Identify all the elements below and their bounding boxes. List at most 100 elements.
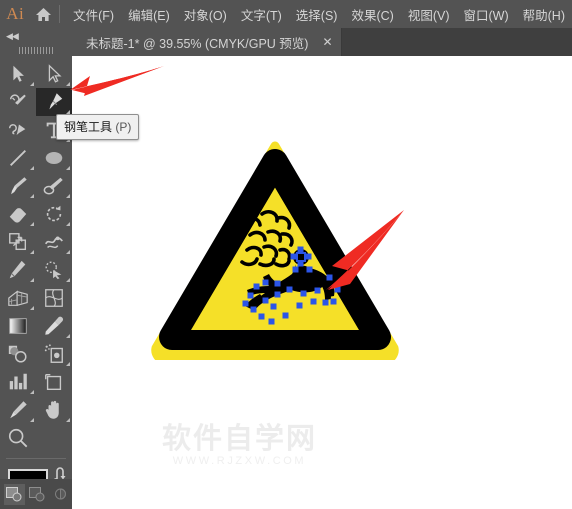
watermark-en: WWW.RJZXW.COM xyxy=(172,455,307,467)
menu-help[interactable]: 帮助(H) xyxy=(516,1,572,28)
paintbrush-icon xyxy=(11,177,27,195)
tool-more-corner xyxy=(66,166,70,170)
tool-hand[interactable] xyxy=(36,396,72,424)
menu-bar: Ai 文件(F) 编辑(E) 对象(O) 文字(T) 选择(S) 效果(C) 视… xyxy=(0,0,572,28)
pen-tool-icon xyxy=(49,93,63,110)
artboard-tool-icon xyxy=(45,373,62,391)
menu-divider xyxy=(59,5,61,23)
zoom-tool-icon xyxy=(8,428,28,448)
tool-symbol-sprayer[interactable] xyxy=(36,340,72,368)
screen-full-glyph xyxy=(55,488,66,500)
home-icon[interactable] xyxy=(30,7,57,22)
watermark: 软件自学网 WWW.RJZXW.COM xyxy=(162,421,318,468)
screen-mode-group xyxy=(0,479,72,509)
tool-perspective-grid[interactable] xyxy=(0,284,36,312)
warning-triangle-electric-shock[interactable] xyxy=(150,140,400,360)
rotate-tool-icon xyxy=(46,205,62,222)
shape-builder-icon xyxy=(45,261,62,280)
watermark-cn: 软件自学网 xyxy=(162,421,318,455)
menu-select[interactable]: 选择(S) xyxy=(289,1,345,28)
tool-tooltip: 钢笔工具 (P) xyxy=(56,114,140,140)
tool-artboard[interactable] xyxy=(36,368,72,396)
magic-wand-icon xyxy=(9,94,26,105)
toolbar-separator xyxy=(6,458,66,459)
screen-mode-full-icon[interactable] xyxy=(50,484,71,505)
tool-more-corner xyxy=(30,222,34,226)
perspective-grid-icon xyxy=(8,290,28,306)
menu-edit[interactable]: 编辑(E) xyxy=(121,1,177,28)
menu-view[interactable]: 视图(V) xyxy=(401,1,457,28)
tool-magic-wand[interactable] xyxy=(0,88,36,116)
tool-more-corner xyxy=(30,194,34,198)
mesh-tool-icon xyxy=(45,289,63,307)
tool-curvature[interactable] xyxy=(0,116,36,144)
menu-object[interactable]: 对象(O) xyxy=(177,1,234,28)
tool-more-corner xyxy=(30,278,34,282)
screen-normal-glyph xyxy=(6,487,22,502)
tool-scale[interactable] xyxy=(0,228,36,256)
blend-tool-icon xyxy=(8,345,27,363)
slice-tool-icon xyxy=(10,401,27,419)
tool-slice[interactable] xyxy=(0,396,36,424)
tool-line-segment[interactable] xyxy=(0,144,36,172)
document-tab-title: 未标题-1* @ 39.55% (CMYK/GPU 预览) xyxy=(86,36,309,51)
tool-paintbrush[interactable] xyxy=(0,172,36,200)
close-icon[interactable]: ✕ xyxy=(322,36,332,48)
tool-empty-slot xyxy=(36,424,72,452)
screen-mode-menu-icon[interactable] xyxy=(27,484,48,505)
line-segment-icon xyxy=(10,150,26,166)
collapse-panel-icon[interactable]: ◀◀ xyxy=(6,31,19,42)
menu-type[interactable]: 文字(T) xyxy=(234,1,289,28)
tool-shape-builder[interactable] xyxy=(36,256,72,284)
document-canvas[interactable]: 软件自学网 WWW.RJZXW.COM xyxy=(72,56,572,509)
tool-ellipse[interactable] xyxy=(36,144,72,172)
illustrator-window: Ai 文件(F) 编辑(E) 对象(O) 文字(T) 选择(S) 效果(C) 视… xyxy=(0,0,572,509)
blob-brush-icon xyxy=(43,177,63,195)
tool-free-transform[interactable] xyxy=(0,256,36,284)
tool-selection[interactable] xyxy=(0,60,36,88)
tooltip-shortcut: (P) xyxy=(115,120,132,134)
eraser-tool-icon xyxy=(9,208,27,223)
free-transform-icon xyxy=(9,260,26,279)
gradient-tool-icon xyxy=(9,318,27,334)
menu-window[interactable]: 窗口(W) xyxy=(457,1,516,28)
menu-item-list: 文件(F) 编辑(E) 对象(O) 文字(T) 选择(S) 效果(C) 视图(V… xyxy=(66,1,572,28)
tools-panel: ◀◀ xyxy=(0,28,72,509)
tool-direct-selection[interactable] xyxy=(36,60,72,88)
ai-logo: Ai xyxy=(6,4,25,23)
tool-more-corner xyxy=(66,278,70,282)
tool-warp[interactable] xyxy=(36,228,72,256)
panel-drag-handle[interactable] xyxy=(19,47,53,54)
tool-more-corner xyxy=(66,222,70,226)
tool-rotate[interactable] xyxy=(36,200,72,228)
tool-eraser[interactable] xyxy=(0,200,36,228)
selection-arrow-icon xyxy=(13,65,24,82)
curvature-tool-icon xyxy=(9,124,26,136)
home-glyph xyxy=(36,7,52,21)
tool-blend[interactable] xyxy=(0,340,36,368)
tool-more-corner xyxy=(30,82,34,86)
tool-more-corner xyxy=(66,418,70,422)
tool-blob-brush[interactable] xyxy=(36,172,72,200)
document-tab[interactable]: 未标题-1* @ 39.55% (CMYK/GPU 预览) ✕ xyxy=(72,28,342,56)
tool-more-corner xyxy=(66,194,70,198)
column-graph-icon xyxy=(9,373,27,390)
tool-mesh[interactable] xyxy=(36,284,72,312)
tool-more-corner xyxy=(30,390,34,394)
tool-gradient[interactable] xyxy=(0,312,36,340)
menu-file[interactable]: 文件(F) xyxy=(66,1,121,28)
symbol-sprayer-icon xyxy=(44,344,63,363)
tool-column-graph[interactable] xyxy=(0,368,36,396)
ellipse-tool-icon xyxy=(45,151,63,165)
menu-effect[interactable]: 效果(C) xyxy=(344,1,400,28)
tool-eyedropper[interactable] xyxy=(36,312,72,340)
screen-mode-normal-icon[interactable] xyxy=(4,483,25,505)
hand-tool-icon xyxy=(45,400,59,419)
tool-zoom[interactable] xyxy=(0,424,36,452)
eyedropper-icon xyxy=(45,316,63,335)
tool-pen[interactable] xyxy=(36,88,72,116)
tool-more-corner xyxy=(66,250,70,254)
tool-more-corner xyxy=(66,362,70,366)
tool-more-corner xyxy=(30,306,34,310)
tool-more-corner xyxy=(66,334,70,338)
